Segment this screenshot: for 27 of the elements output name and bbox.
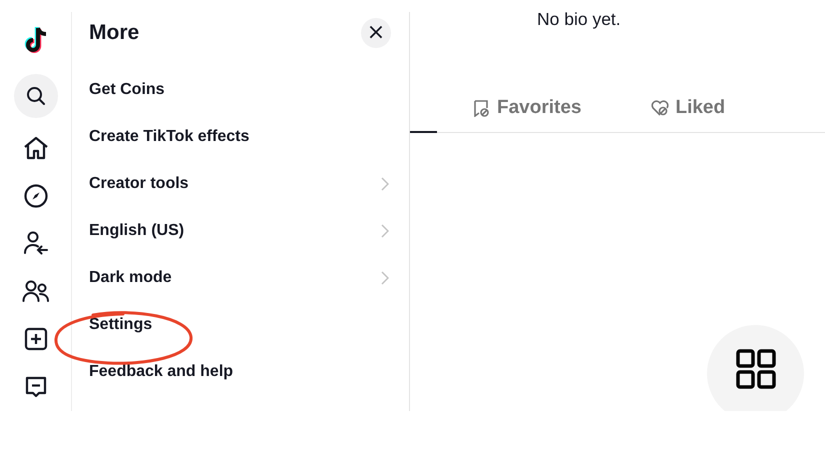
profile-tab[interactable]: Liked — [651, 97, 726, 119]
grid-icon — [736, 348, 776, 388]
panel-title: More — [89, 21, 140, 45]
menu-item[interactable]: English (US) — [89, 207, 392, 254]
close-button[interactable]: × — [361, 18, 391, 48]
search-icon — [26, 86, 46, 106]
menu-item[interactable]: Feedback and help — [89, 348, 392, 395]
heart-icon — [651, 100, 670, 116]
menu-item[interactable]: Settings — [89, 301, 392, 348]
home-icon — [22, 136, 48, 160]
chevron-icon — [381, 224, 389, 238]
chevron-icon — [381, 270, 389, 284]
menu-item[interactable]: Get Coins — [89, 66, 392, 113]
user-arrow-icon — [22, 231, 48, 256]
bookmark-icon — [473, 99, 491, 117]
menu-item[interactable]: Create TikTok effects — [89, 113, 392, 160]
rail-button[interactable] — [14, 74, 58, 118]
menu-item[interactable]: Creator tools — [89, 160, 392, 207]
note-logo-icon — [22, 24, 48, 55]
plus-square-icon — [24, 327, 48, 352]
chevron-icon — [381, 176, 389, 190]
people-icon — [22, 280, 50, 302]
menu-item[interactable]: Dark mode — [89, 254, 392, 301]
compass-icon — [24, 184, 48, 208]
bio-text: No bio yet. — [537, 9, 622, 29]
message-icon — [24, 375, 48, 400]
profile-tab[interactable]: Favorites — [473, 97, 582, 119]
